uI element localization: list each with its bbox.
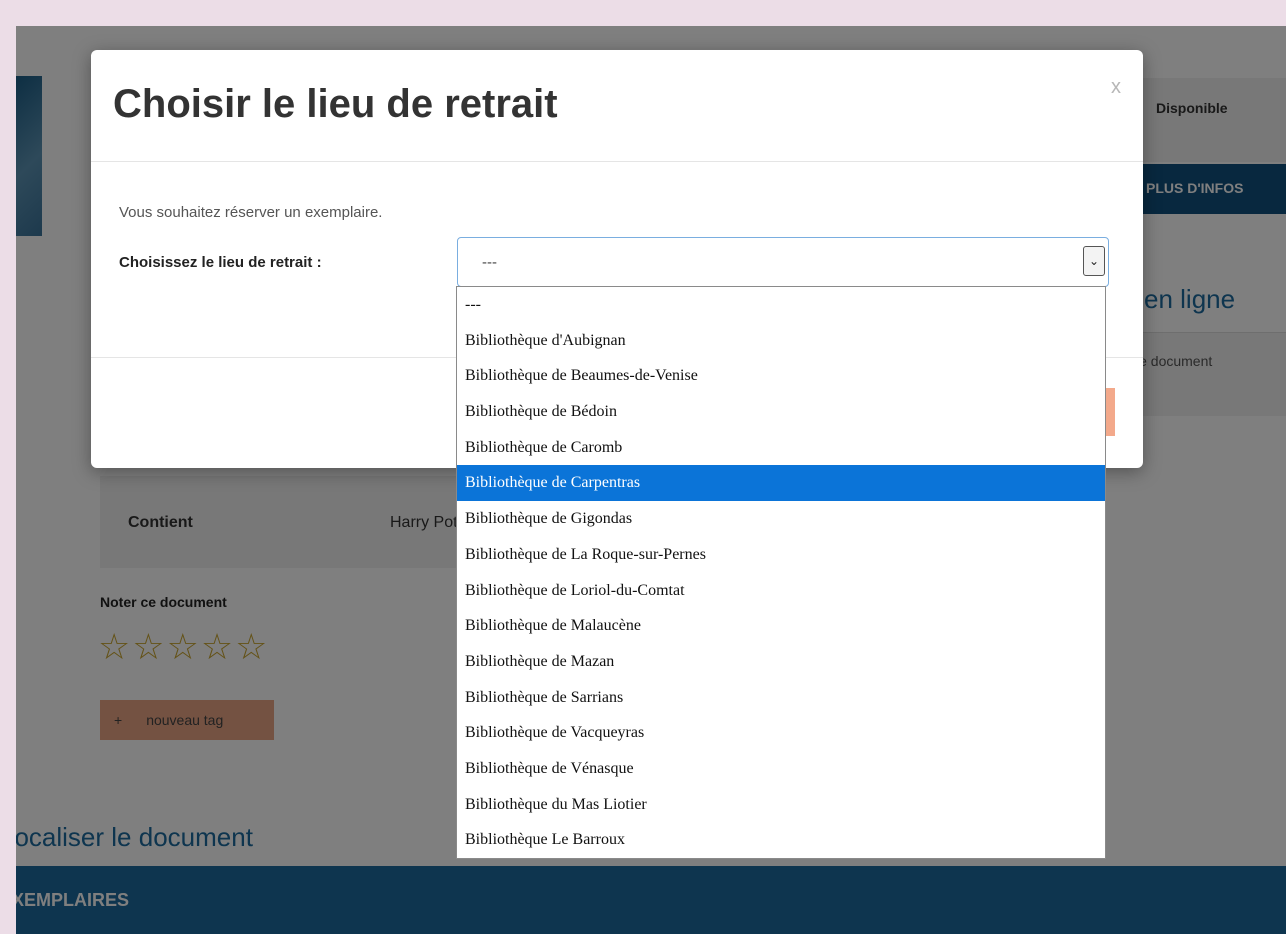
pickup-location-select[interactable]: --- ⌄ (457, 237, 1109, 287)
option-sarrians[interactable]: Bibliothèque de Sarrians (457, 680, 1105, 716)
option-caromb[interactable]: Bibliothèque de Caromb (457, 430, 1105, 466)
select-value: --- (482, 254, 497, 271)
option-beaumes-de-venise[interactable]: Bibliothèque de Beaumes-de-Venise (457, 358, 1105, 394)
option-vacqueyras[interactable]: Bibliothèque de Vacqueyras (457, 715, 1105, 751)
option-mas-liotier[interactable]: Bibliothèque du Mas Liotier (457, 787, 1105, 823)
intro-text: Vous souhaitez réserver un exemplaire. (119, 204, 383, 221)
option-le-barroux[interactable]: Bibliothèque Le Barroux (457, 822, 1105, 858)
option-loriol-du-comtat[interactable]: Bibliothèque de Loriol-du-Comtat (457, 573, 1105, 609)
modal-title: Choisir le lieu de retrait (113, 82, 558, 126)
option-gigondas[interactable]: Bibliothèque de Gigondas (457, 501, 1105, 537)
option-carpentras[interactable]: Bibliothèque de Carpentras (457, 465, 1105, 502)
option-none[interactable]: --- (457, 287, 1105, 323)
option-venasque[interactable]: Bibliothèque de Vénasque (457, 751, 1105, 787)
option-mazan[interactable]: Bibliothèque de Mazan (457, 644, 1105, 680)
modal-header: Choisir le lieu de retrait x (91, 50, 1143, 162)
option-la-roque-sur-pernes[interactable]: Bibliothèque de La Roque-sur-Pernes (457, 537, 1105, 573)
option-aubignan[interactable]: Bibliothèque d'Aubignan (457, 323, 1105, 359)
option-bedoin[interactable]: Bibliothèque de Bédoin (457, 394, 1105, 430)
chevron-down-icon[interactable]: ⌄ (1083, 246, 1105, 276)
close-icon[interactable]: x (1111, 76, 1121, 99)
option-malaucene[interactable]: Bibliothèque de Malaucène (457, 608, 1105, 644)
pickup-location-label: Choisissez le lieu de retrait : (119, 254, 322, 271)
pickup-location-dropdown: --- Bibliothèque d'Aubignan Bibliothèque… (456, 286, 1106, 859)
